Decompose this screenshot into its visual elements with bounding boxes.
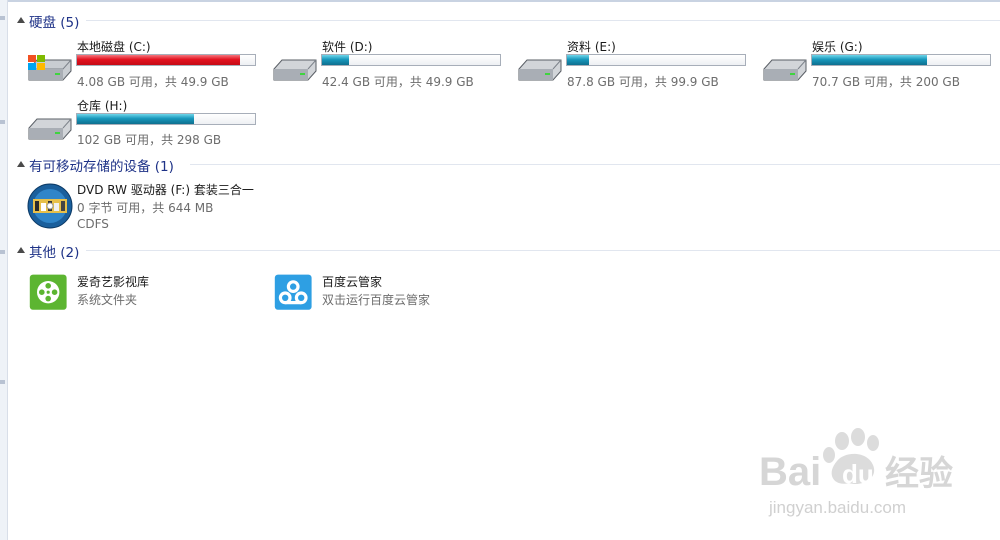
drive-usage-bar (76, 113, 256, 125)
drive-d[interactable]: 软件 (D:) 42.4 GB 可用，共 49.9 GB (270, 38, 510, 94)
group-title: 有可移动存储的设备 (1) (29, 159, 174, 175)
drive-h[interactable]: 仓库 (H:) 102 GB 可用，共 298 GB (25, 97, 265, 153)
hard-drive-icon (28, 118, 72, 140)
hard-drive-icon (763, 59, 807, 81)
drive-usage-bar (566, 54, 746, 66)
iqiyi-library[interactable]: 爱奇艺影视库 系统文件夹 (25, 273, 265, 315)
drive-filesystem: CDFS (77, 217, 109, 231)
drive-usage-bar (76, 54, 256, 66)
drive-name: DVD RW 驱动器 (F:) 套装三合一 (77, 183, 254, 197)
group-divider (86, 20, 1000, 21)
drive-space-info: 102 GB 可用，共 298 GB (77, 133, 222, 147)
drive-usage-bar (321, 54, 501, 66)
drive-name: 仓库 (H:) (77, 99, 128, 113)
drive-name: 娱乐 (G:) (812, 40, 863, 54)
usage-fill (77, 114, 195, 124)
svg-text:Bai: Bai (759, 450, 821, 494)
item-description: 双击运行百度云管家 (322, 293, 431, 307)
drive-g[interactable]: 娱乐 (G:) 70.7 GB 可用，共 200 GB (760, 38, 1000, 94)
dvd-drive-f[interactable]: DVD RW 驱动器 (F:) 套装三合一 0 字节 可用，共 644 MB C… (25, 181, 265, 231)
baidu-cloud-icon (274, 274, 312, 310)
drive-space-info: 0 字节 可用，共 644 MB (77, 201, 214, 215)
svg-text:du: du (842, 459, 874, 489)
drive-space-info: 4.08 GB 可用，共 49.9 GB (77, 75, 229, 89)
usage-fill (812, 55, 927, 65)
baidu-cloud-manager[interactable]: 百度云管家 双击运行百度云管家 (270, 273, 510, 315)
collapse-arrow-icon[interactable] (17, 161, 25, 167)
usage-fill (567, 55, 589, 65)
drive-e[interactable]: 资料 (E:) 87.8 GB 可用，共 99.9 GB (515, 38, 755, 94)
baidu-jingyan-watermark: Bai du 经验 jingyan.baidu.com (745, 425, 985, 525)
usage-fill (322, 55, 349, 65)
svg-text:jingyan.baidu.com: jingyan.baidu.com (768, 498, 906, 517)
item-name: 爱奇艺影视库 (77, 275, 150, 289)
drive-c[interactable]: 本地磁盘 (C:) 4.08 GB 可用，共 49.9 GB (25, 38, 265, 94)
collapse-arrow-icon[interactable] (17, 247, 25, 253)
navigation-pane-edge (0, 0, 8, 540)
drive-space-info: 87.8 GB 可用，共 99.9 GB (567, 75, 719, 89)
group-header-removable-storage[interactable]: 有可移动存储的设备 (1) (14, 155, 1000, 175)
hard-drive-icon (273, 59, 317, 81)
group-title: 硬盘 (5) (29, 15, 80, 31)
group-header-hard-disks[interactable]: 硬盘 (5) (14, 11, 1000, 31)
drive-name: 本地磁盘 (C:) (77, 40, 151, 54)
baidu-paw-logo-icon: Bai du 经验 jingyan.baidu.com (759, 428, 953, 517)
group-divider (86, 250, 1000, 251)
drive-name: 软件 (D:) (322, 40, 373, 54)
collapse-arrow-icon[interactable] (17, 17, 25, 23)
group-title: 其他 (2) (29, 245, 80, 261)
drive-space-info: 42.4 GB 可用，共 49.9 GB (322, 75, 474, 89)
usage-fill (77, 55, 241, 65)
group-divider (190, 164, 1000, 165)
dvd-disc-icon (27, 183, 73, 229)
drive-name: 资料 (E:) (567, 40, 616, 54)
item-description: 系统文件夹 (77, 293, 138, 307)
iqiyi-film-reel-icon (29, 274, 67, 310)
hard-drive-icon (518, 59, 562, 81)
windows-drive-icon (28, 55, 72, 81)
drive-space-info: 70.7 GB 可用，共 200 GB (812, 75, 960, 89)
item-name: 百度云管家 (322, 275, 383, 289)
svg-text:经验: 经验 (885, 454, 953, 494)
group-header-other[interactable]: 其他 (2) (14, 241, 1000, 261)
window-top-border (0, 0, 1000, 2)
drive-usage-bar (811, 54, 991, 66)
